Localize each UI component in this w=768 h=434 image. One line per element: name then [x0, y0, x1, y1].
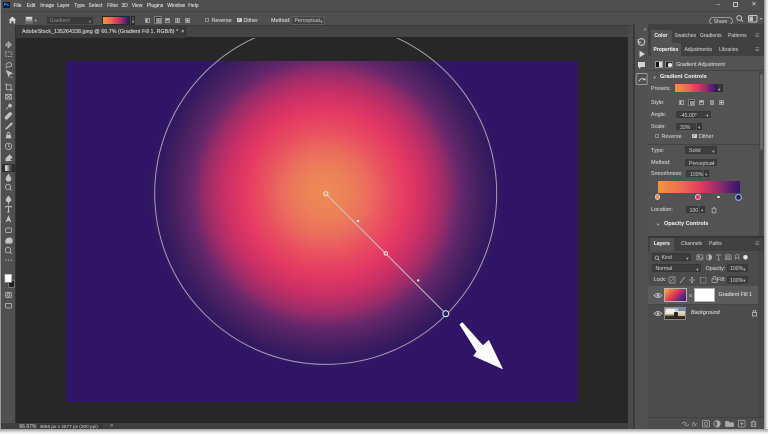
svg-text:fx: fx	[692, 421, 698, 428]
